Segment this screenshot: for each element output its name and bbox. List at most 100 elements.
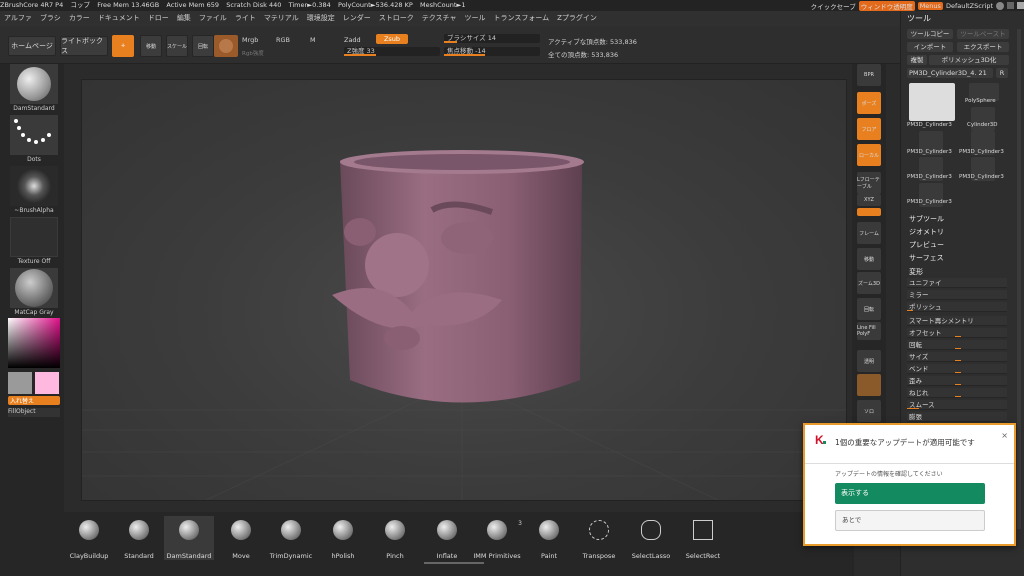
rotate-view-button[interactable]: 回転 xyxy=(857,298,881,320)
brush-slot[interactable]: TrimDynamic xyxy=(266,516,316,560)
texture-selector[interactable] xyxy=(10,217,58,257)
main-color-swatch[interactable] xyxy=(8,372,32,394)
polyf-button[interactable]: Line Fill PolyF xyxy=(857,322,881,340)
swap-color-button[interactable]: 入れ替え xyxy=(8,396,60,405)
export-button[interactable]: エクスポート xyxy=(957,42,1009,52)
import-button[interactable]: インポート xyxy=(907,42,953,52)
minimize-icon[interactable] xyxy=(1007,2,1014,9)
deform-prop[interactable]: スマート再シメントリ xyxy=(907,316,1007,326)
r-button[interactable]: R xyxy=(996,68,1008,78)
menu-item[interactable]: ブラシ xyxy=(40,14,61,22)
tool-paste-button[interactable]: ツールペースト xyxy=(957,29,1009,39)
secondary-color-swatch[interactable] xyxy=(35,372,59,394)
pose-button[interactable]: ポーズ xyxy=(857,92,881,114)
menu-item[interactable]: ドキュメント xyxy=(98,14,140,22)
frame-button[interactable]: フレーム xyxy=(857,222,881,244)
script-name[interactable]: DefaultZScript xyxy=(946,2,993,10)
deform-prop[interactable]: ユニファイ xyxy=(907,278,1007,288)
rotate-axis-button[interactable] xyxy=(857,208,881,216)
rotate-mode-button[interactable]: 回転 xyxy=(192,35,214,57)
brush-slot[interactable]: ClayBuildup xyxy=(64,516,114,560)
menu-item[interactable]: レンダー xyxy=(343,14,371,22)
menu-item[interactable]: トランスフォーム xyxy=(493,14,549,22)
zadd-button[interactable]: Zadd xyxy=(344,36,361,44)
fill-object-button[interactable]: FillObject xyxy=(8,408,60,417)
menu-item[interactable]: テクスチャ xyxy=(422,14,457,22)
notif-close-icon[interactable]: × xyxy=(1001,431,1008,440)
make-polymesh-button[interactable]: ポリメッシュ3D化 xyxy=(929,55,1009,65)
deform-prop[interactable]: スムース xyxy=(907,400,1007,410)
menu-item[interactable]: ファイル xyxy=(199,14,227,22)
menus-button[interactable]: Menus xyxy=(917,1,943,10)
canvas-viewport[interactable] xyxy=(81,79,847,501)
focal-shift-slider[interactable]: 焦点移動 -14 xyxy=(444,47,540,56)
scale-mode-button[interactable]: スケール xyxy=(166,35,188,57)
brush-slot[interactable]: Inflate xyxy=(422,516,472,560)
menu-item[interactable]: 環境設定 xyxy=(307,14,335,22)
brush-size-slider[interactable]: ブラシサイズ 14 xyxy=(444,34,540,43)
m-button[interactable]: M xyxy=(310,36,316,44)
menu-item[interactable]: アルファ xyxy=(4,14,32,22)
ghost-button[interactable] xyxy=(857,374,881,396)
surface-section[interactable]: サーフェス xyxy=(909,253,944,263)
brush-slot[interactable]: IMM Primitives 3 xyxy=(472,516,522,560)
deform-prop[interactable]: 歪み xyxy=(907,376,1007,386)
deform-prop[interactable]: ポリッシュ xyxy=(907,302,1007,312)
brush-slot[interactable]: Pinch xyxy=(370,516,420,560)
menu-item[interactable]: ライト xyxy=(235,14,256,22)
shelf-scrollbar[interactable] xyxy=(424,562,484,564)
deform-prop[interactable]: ベンド xyxy=(907,364,1007,374)
brush-slot[interactable]: Standard xyxy=(114,516,164,560)
lsym-button[interactable]: Lフローテーブル xyxy=(857,172,881,194)
deform-prop[interactable]: ねじれ xyxy=(907,388,1007,398)
deform-prop[interactable]: ミラー xyxy=(907,290,1007,300)
subtool-section[interactable]: サブツール xyxy=(909,214,944,224)
preview-section[interactable]: プレビュー xyxy=(909,240,944,250)
material-swatch[interactable] xyxy=(214,35,238,57)
zsub-button[interactable]: Zsub xyxy=(376,34,408,44)
later-button[interactable]: あとで xyxy=(835,510,985,531)
brush-slot[interactable]: SelectRect xyxy=(678,516,728,560)
deform-prop[interactable]: 回転 xyxy=(907,340,1007,350)
move-mode-button[interactable]: 移動 xyxy=(140,35,162,57)
menu-item[interactable]: ツール xyxy=(464,14,485,22)
transp-button[interactable]: 透明 xyxy=(857,350,881,372)
solo-button[interactable]: ソロ xyxy=(857,400,881,422)
local-button[interactable]: ローカル xyxy=(857,144,881,166)
material-selector[interactable] xyxy=(10,268,58,308)
xyz-button[interactable]: XYZ xyxy=(857,194,881,206)
quicksave-button[interactable]: クイックセーブ xyxy=(811,1,856,11)
clone-button[interactable]: 複製 xyxy=(907,55,927,65)
move-view-button[interactable]: 移動 xyxy=(857,248,881,270)
rgb-intensity-slider[interactable]: Rgb強度 xyxy=(242,49,264,57)
floor-button[interactable]: フロア xyxy=(857,118,881,140)
z-intensity-slider[interactable]: Z強度 33 xyxy=(344,47,440,56)
menu-item[interactable]: ドロー xyxy=(148,14,169,22)
zoom3d-button[interactable]: ズーム3D xyxy=(857,272,881,294)
menu-item[interactable]: 編集 xyxy=(177,14,191,22)
bpr-button[interactable]: BPR xyxy=(857,64,881,86)
deform-prop[interactable]: 膨張 xyxy=(907,412,1007,422)
menu-item[interactable]: Zプラグイン xyxy=(557,14,597,22)
deform-prop[interactable]: サイズ xyxy=(907,352,1007,362)
color-picker[interactable] xyxy=(8,318,60,368)
lightbox-button[interactable]: ライトボックス xyxy=(60,36,108,56)
deformation-section[interactable]: 変形 xyxy=(909,267,923,277)
draw-mode-button[interactable]: ✛ xyxy=(112,35,134,57)
window-transparency-button[interactable]: ウィンドウ透明度 xyxy=(858,0,915,11)
menu-item[interactable]: カラー xyxy=(69,14,90,22)
brush-slot[interactable]: SelectLasso xyxy=(626,516,676,560)
brush-slot-active[interactable]: DamStandard xyxy=(164,516,214,560)
show-update-button[interactable]: 表示する xyxy=(835,483,985,504)
current-tool-slider[interactable]: PM3D_Cylinder3D_4. 21 xyxy=(907,68,993,78)
home-button[interactable]: ホームページ xyxy=(8,36,56,56)
tool-copy-button[interactable]: ツールコピー xyxy=(907,29,953,39)
alpha-selector[interactable] xyxy=(10,166,58,206)
menu-item[interactable]: ストローク xyxy=(379,14,414,22)
close-icon[interactable] xyxy=(1017,2,1024,9)
brush-slot[interactable]: hPolish xyxy=(318,516,368,560)
mrgb-button[interactable]: Mrgb xyxy=(242,36,258,44)
stroke-selector[interactable] xyxy=(10,115,58,155)
deform-prop[interactable]: オフセット xyxy=(907,328,1007,338)
geometry-section[interactable]: ジオメトリ xyxy=(909,227,944,237)
